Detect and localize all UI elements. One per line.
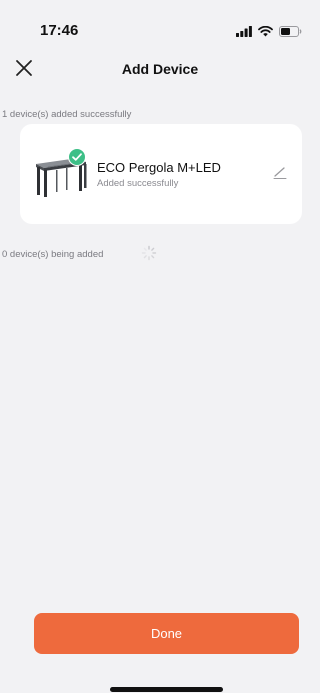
status-icons xyxy=(236,26,302,37)
home-indicator xyxy=(110,687,223,692)
loading-spinner-icon xyxy=(141,245,157,261)
adding-count-label: 0 device(s) being added xyxy=(2,249,104,260)
signal-icon xyxy=(236,26,252,37)
device-name: ECO Pergola M+LED xyxy=(97,160,221,175)
navigation-bar: Add Device xyxy=(0,52,320,88)
edit-icon[interactable] xyxy=(272,164,288,180)
device-status: Added successfully xyxy=(97,178,179,189)
done-button[interactable]: Done xyxy=(34,613,299,654)
added-count-label: 1 device(s) added successfully xyxy=(2,109,132,120)
status-time: 17:46 xyxy=(40,22,79,39)
page-title: Add Device xyxy=(121,61,199,77)
battery-icon xyxy=(279,26,302,37)
status-bar: 17:46 xyxy=(0,0,320,44)
check-badge-icon xyxy=(68,148,86,166)
wifi-icon xyxy=(258,26,273,37)
device-card[interactable]: ECO Pergola M+LED Added successfully xyxy=(20,124,302,224)
